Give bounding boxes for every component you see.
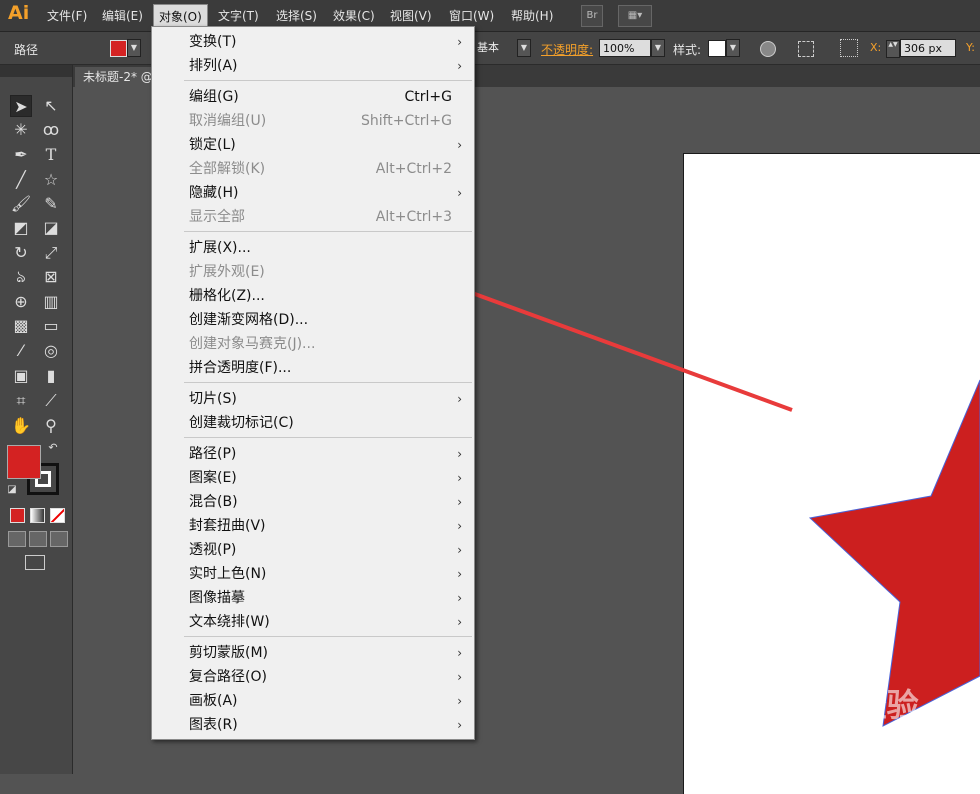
menu-item-label: 扩展(X)... (189, 240, 251, 256)
menu-item[interactable]: 复合路径(O) › (152, 665, 474, 689)
menu-item-label: 创建对象马赛克(J)... (189, 336, 316, 352)
menu-item[interactable]: 画板(A) › (152, 689, 474, 713)
submenu-arrow-icon: › (457, 138, 462, 152)
menu-item[interactable]: 拼合透明度(F)... (152, 356, 474, 380)
menu-item[interactable]: 透视(P) › (152, 538, 474, 562)
menu-item[interactable]: 锁定(L) › (152, 133, 474, 157)
menu-item[interactable]: 扩展(X)... (152, 236, 474, 260)
submenu-arrow-icon: › (457, 392, 462, 406)
menu-item-label: 锁定(L) (189, 137, 236, 153)
watermark-brand: Baidu经验 (752, 686, 919, 724)
submenu-arrow-icon: › (457, 543, 462, 557)
menu-item-label: 切片(S) (189, 391, 237, 407)
menu-item-label: 复合路径(O) (189, 669, 267, 685)
menu-item-label: 图像描摹 (189, 590, 245, 606)
menu-item[interactable]: 实时上色(N) › (152, 562, 474, 586)
menu-item[interactable]: 混合(B) › (152, 490, 474, 514)
menu-item-label: 文本绕排(W) (189, 614, 270, 630)
watermark: Baidu经验 jingyan.baidu.com (752, 680, 919, 742)
submenu-arrow-icon: › (457, 694, 462, 708)
menu-separator (184, 80, 472, 81)
canvas-overlay (330, 240, 980, 727)
menu-separator (184, 636, 472, 637)
menu-item[interactable]: 封套扭曲(V) › (152, 514, 474, 538)
menu-item: 显示全部 Alt+Ctrl+3 (152, 205, 474, 229)
menu-item-label: 排列(A) (189, 58, 238, 74)
menu-item-label: 剪切蒙版(M) (189, 645, 269, 661)
submenu-arrow-icon: › (457, 447, 462, 461)
submenu-arrow-icon: › (457, 718, 462, 732)
submenu-arrow-icon: › (457, 567, 462, 581)
menu-item-label: 拼合透明度(F)... (189, 360, 292, 376)
menu-item[interactable]: 创建裁切标记(C) (152, 411, 474, 435)
star-shape[interactable] (808, 379, 980, 727)
menu-separator (184, 437, 472, 438)
menu-item-label: 变换(T) (189, 34, 237, 50)
menu-item-shortcut: Shift+Ctrl+G (360, 113, 452, 129)
menu-item-shortcut: Ctrl+G (404, 89, 453, 105)
menu-item[interactable]: 栅格化(Z)... (152, 284, 474, 308)
menu-item: 创建对象马赛克(J)... (152, 332, 474, 356)
watermark-url: jingyan.baidu.com (752, 726, 882, 742)
menu-item[interactable]: 图案(E) › (152, 466, 474, 490)
menu-item: 取消编组(U) Shift+Ctrl+G (152, 109, 474, 133)
menu-item-label: 取消编组(U) (189, 113, 267, 129)
menu-item-shortcut: Alt+Ctrl+3 (375, 209, 452, 225)
menu-item: 扩展外观(E) (152, 260, 474, 284)
menu-item[interactable]: 切片(S) › (152, 387, 474, 411)
menu-separator (184, 382, 472, 383)
menu-item-label: 混合(B) (189, 494, 238, 510)
menu-item-label: 创建裁切标记(C) (189, 415, 294, 431)
menu-item-label: 隐藏(H) (189, 185, 239, 201)
menu-item-label: 图案(E) (189, 470, 237, 486)
menu-item-label: 编组(G) (189, 89, 239, 105)
menu-item-label: 栅格化(Z)... (189, 288, 265, 304)
menu-item[interactable]: 编组(G) Ctrl+G (152, 85, 474, 109)
menu-item[interactable]: 隐藏(H) › (152, 181, 474, 205)
menu-item-label: 创建渐变网格(D)... (189, 312, 309, 328)
submenu-arrow-icon: › (457, 615, 462, 629)
submenu-arrow-icon: › (457, 35, 462, 49)
submenu-arrow-icon: › (457, 646, 462, 660)
menu-item-label: 透视(P) (189, 542, 237, 558)
object-menu-dropdown: 变换(T) › 排列(A) › 编组(G) Ctrl+G 取消编组(U) Shift+Ctrl… (151, 26, 475, 740)
menu-item: 全部解锁(K) Alt+Ctrl+2 (152, 157, 474, 181)
menu-item[interactable]: 图像描摹 › (152, 586, 474, 610)
submenu-arrow-icon: › (457, 495, 462, 509)
menu-item-label: 画板(A) (189, 693, 238, 709)
menu-item-label: 实时上色(N) (189, 566, 267, 582)
menu-item[interactable]: 文本绕排(W) › (152, 610, 474, 634)
menu-item[interactable]: 路径(P) › (152, 442, 474, 466)
menu-separator (184, 231, 472, 232)
submenu-arrow-icon: › (457, 519, 462, 533)
submenu-arrow-icon: › (457, 186, 462, 200)
menu-item[interactable]: 变换(T) › (152, 30, 474, 54)
menu-item-shortcut: Alt+Ctrl+2 (375, 161, 452, 177)
menu-item[interactable]: 图表(R) › (152, 713, 474, 737)
menu-item[interactable]: 排列(A) › (152, 54, 474, 78)
menu-item[interactable]: 剪切蒙版(M) › (152, 641, 474, 665)
menu-item-label: 图表(R) (189, 717, 238, 733)
menu-item-label: 封套扭曲(V) (189, 518, 266, 534)
menu-item-label: 全部解锁(K) (189, 161, 266, 177)
submenu-arrow-icon: › (457, 591, 462, 605)
menu-item[interactable]: 创建渐变网格(D)... (152, 308, 474, 332)
submenu-arrow-icon: › (457, 471, 462, 485)
submenu-arrow-icon: › (457, 670, 462, 684)
menu-item-label: 路径(P) (189, 446, 237, 462)
submenu-arrow-icon: › (457, 59, 462, 73)
menu-item-label: 扩展外观(E) (189, 264, 265, 280)
menu-item-label: 显示全部 (189, 209, 245, 225)
